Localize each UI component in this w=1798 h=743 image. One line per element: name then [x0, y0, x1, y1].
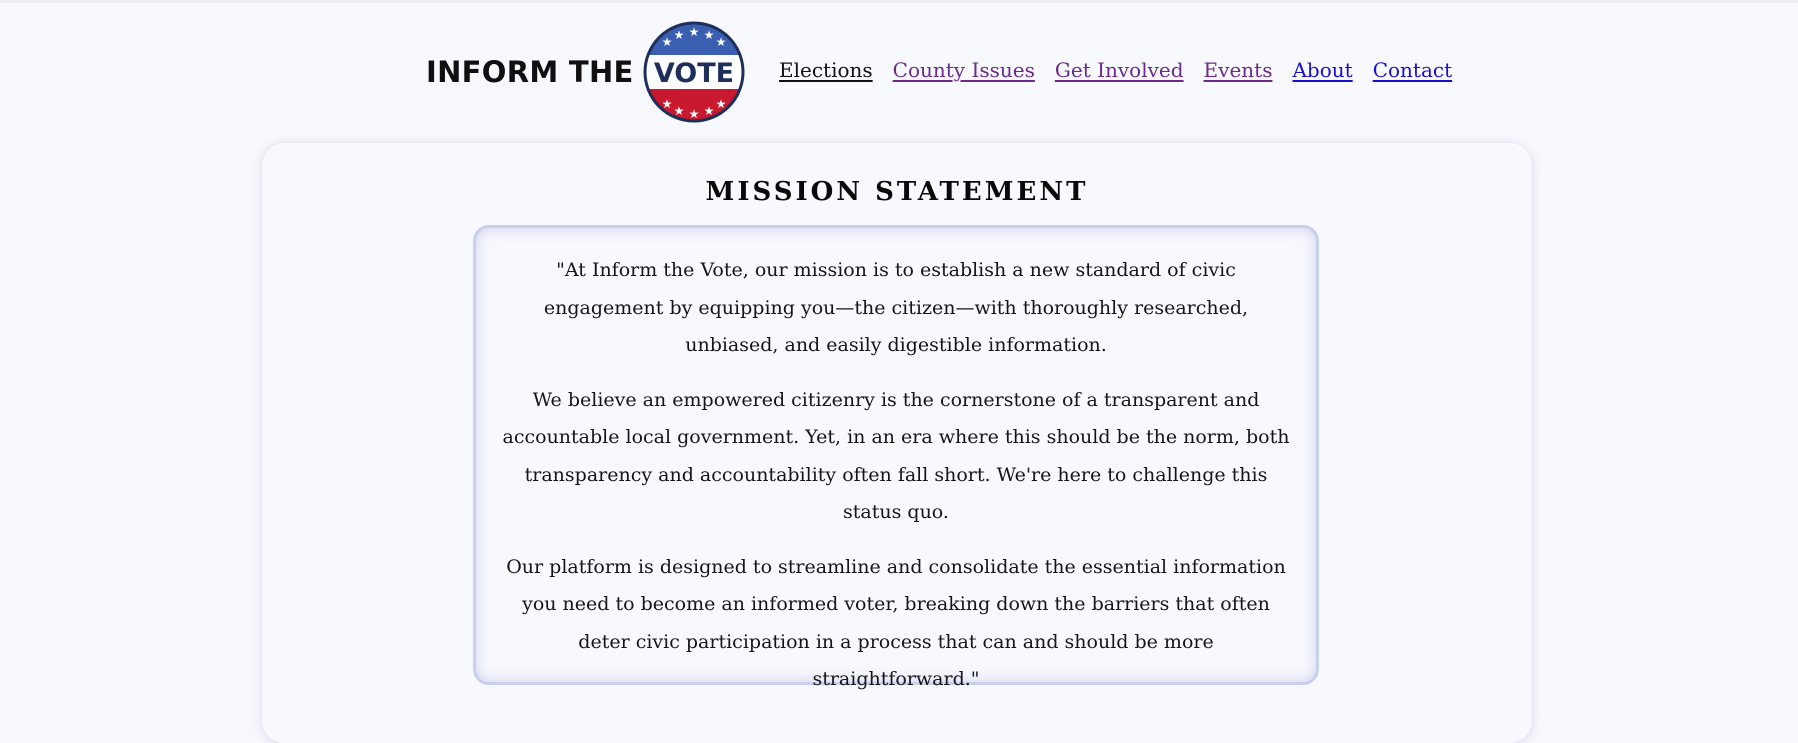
vote-badge-icon: ★ ★ ★ ★ ★ ★ ★ ★ ★ ★ VOTE	[643, 21, 745, 123]
mission-paragraph-3: Our platform is designed to streamline a…	[506, 555, 1286, 691]
nav-elections[interactable]: Elections	[779, 58, 873, 82]
svg-text:★: ★	[715, 35, 726, 49]
nav-get-involved[interactable]: Get Involved	[1055, 58, 1184, 82]
site-logo[interactable]: INFORM THE ★ ★ ★ ★ ★ ★ ★ ★ ★ ★ VOTE	[426, 18, 746, 126]
svg-text:★: ★	[673, 28, 684, 42]
mission-paragraph-1: "At Inform the Vote, our mission is to e…	[543, 259, 1249, 356]
svg-text:★: ★	[715, 97, 726, 111]
mission-title: MISSION STATEMENT	[705, 177, 1089, 207]
mission-paragraph-2: We believe an empowered citizenry is the…	[502, 388, 1290, 524]
svg-text:★: ★	[703, 28, 714, 42]
logo-text: INFORM THE	[426, 55, 634, 89]
main-nav: Elections County Issues Get Involved Eve…	[779, 58, 1452, 82]
svg-text:★: ★	[673, 104, 684, 118]
svg-text:★: ★	[703, 104, 714, 118]
nav-events[interactable]: Events	[1204, 58, 1273, 82]
nav-contact[interactable]: Contact	[1373, 58, 1452, 82]
site-header: INFORM THE ★ ★ ★ ★ ★ ★ ★ ★ ★ ★ VOTE Elec…	[0, 18, 1798, 126]
top-border	[0, 0, 1798, 3]
svg-text:★: ★	[661, 97, 672, 111]
badge-text: VOTE	[654, 58, 734, 89]
svg-text:★: ★	[688, 107, 699, 121]
mission-quote-box: "At Inform the Vote, our mission is to e…	[473, 225, 1319, 690]
svg-text:★: ★	[688, 25, 699, 39]
nav-about[interactable]: About	[1292, 58, 1352, 82]
nav-county-issues[interactable]: County Issues	[893, 58, 1035, 82]
mission-card: MISSION STATEMENT "At Inform the Vote, o…	[262, 143, 1532, 743]
svg-text:★: ★	[661, 35, 672, 49]
